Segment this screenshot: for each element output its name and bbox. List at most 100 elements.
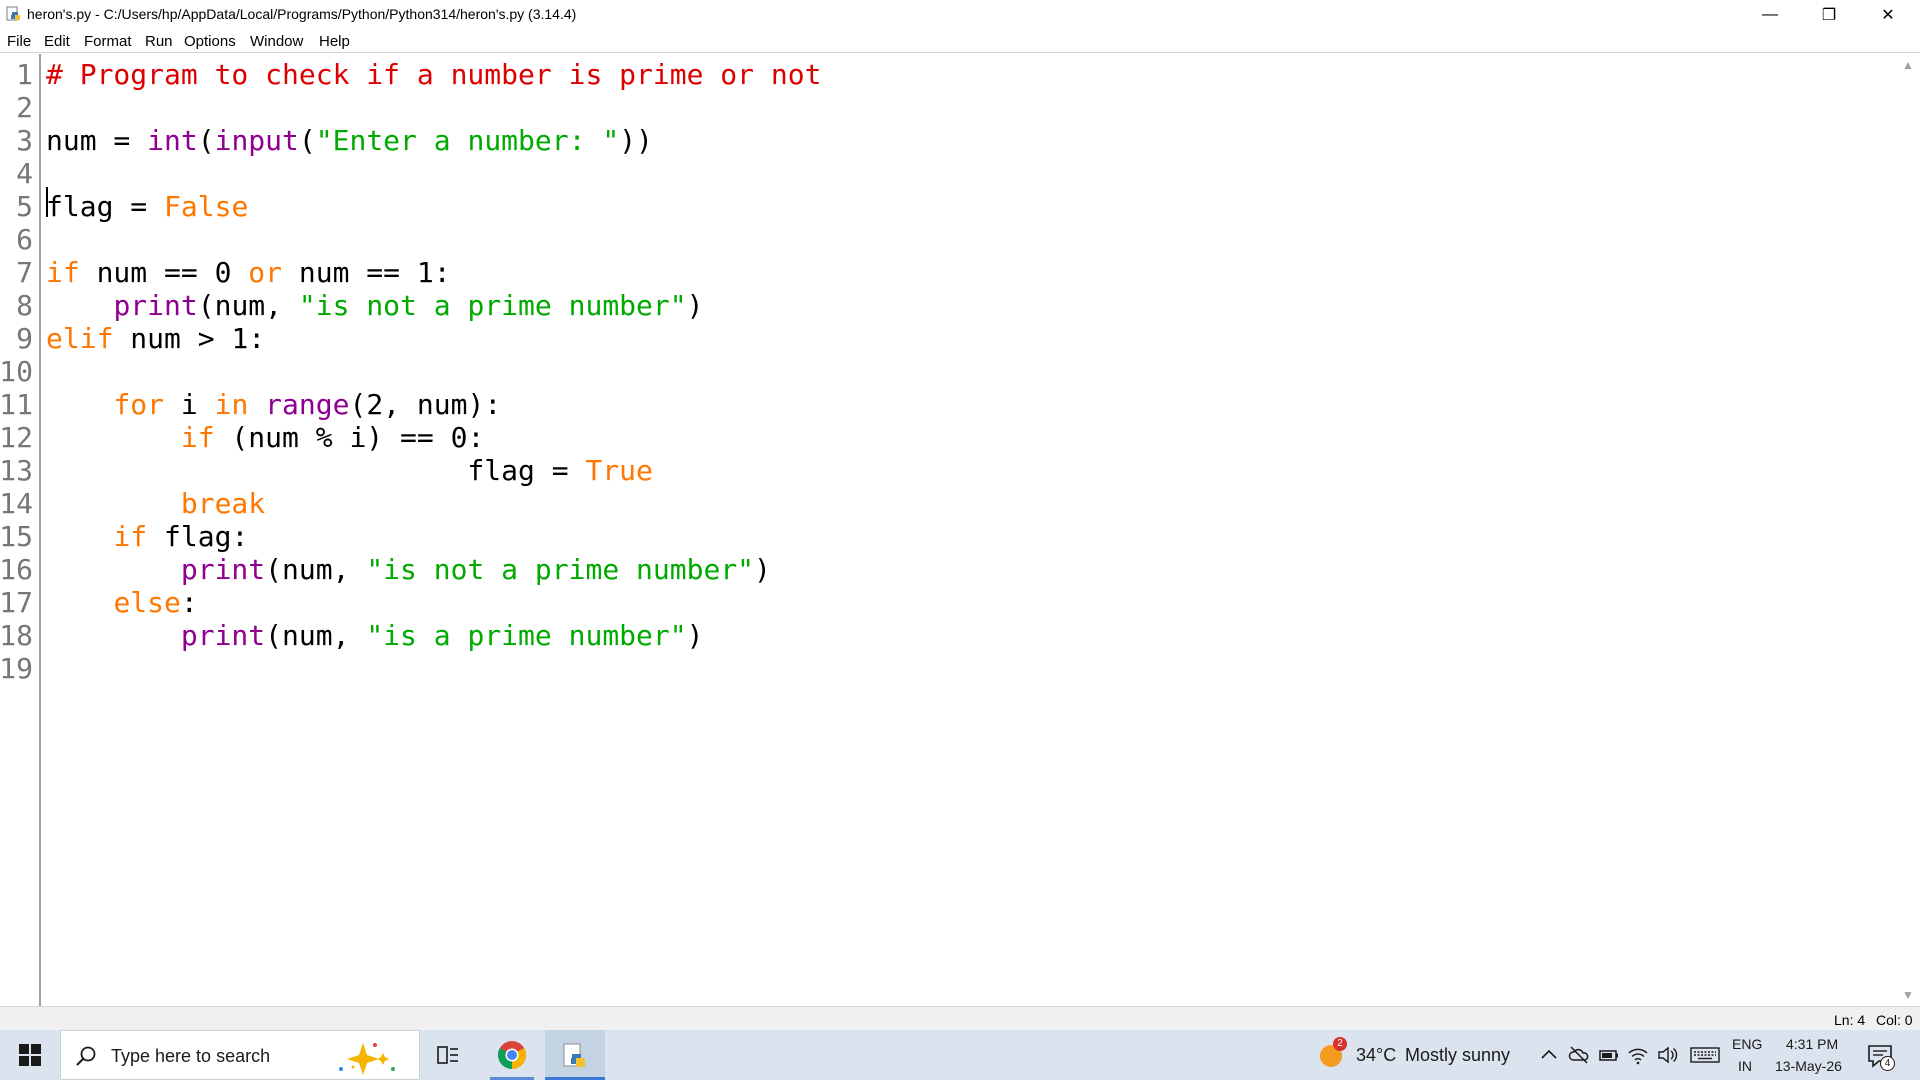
code-line[interactable]: elif num > 1: xyxy=(46,322,265,355)
close-button[interactable]: ✕ xyxy=(1858,0,1918,29)
code-line[interactable]: if (num % i) == 0: xyxy=(46,421,484,454)
line-number: 9 xyxy=(16,322,33,355)
weather-badge: 2 xyxy=(1333,1037,1347,1051)
keyboard-icon[interactable] xyxy=(1690,1044,1720,1066)
status-line: Ln: 4 xyxy=(1834,1012,1866,1028)
volume-icon[interactable] xyxy=(1656,1044,1678,1066)
task-view-icon[interactable] xyxy=(436,1044,460,1066)
line-number: 5 xyxy=(16,190,33,223)
code-token: True xyxy=(585,454,653,487)
code-editor[interactable]: 1 2 3 4 5 6 7 8 9 10 11 12 13 14 15 16 17 18 19 # Program … xyxy=(0,54,1920,1006)
status-bar: Ln: 4 Col: 0 xyxy=(0,1006,1920,1030)
code-token: if xyxy=(113,520,148,553)
language-indicator[interactable]: ENG xyxy=(1732,1036,1762,1052)
maximize-button[interactable]: ❐ xyxy=(1799,0,1859,29)
maximize-icon: ❐ xyxy=(1821,6,1837,24)
code-token: "is not a prime number" xyxy=(366,553,755,586)
code-token: num > 1: xyxy=(113,322,266,355)
code-token: if xyxy=(180,421,215,454)
code-token: "Enter a number: " xyxy=(315,124,620,157)
line-number: 10 xyxy=(0,355,33,388)
search-placeholder: Type here to search xyxy=(111,1046,271,1066)
battery-icon[interactable] xyxy=(1598,1044,1620,1066)
menu-options[interactable]: Options xyxy=(184,33,236,50)
line-number: 8 xyxy=(16,289,33,322)
clock-time[interactable]: 4:31 PM xyxy=(1786,1036,1838,1052)
chevron-up-icon[interactable] xyxy=(1538,1044,1560,1066)
code-token: ) xyxy=(686,619,704,652)
wifi-icon[interactable] xyxy=(1627,1044,1649,1066)
scroll-up-icon[interactable]: ▲ xyxy=(1901,58,1915,72)
taskbar-search-box[interactable]: Type here to search xyxy=(60,1030,420,1080)
title-bar: heron's.py - C:/Users/hp/AppData/Local/P… xyxy=(0,0,1920,29)
code-token: "is a prime number" xyxy=(366,619,687,652)
chrome-icon[interactable] xyxy=(497,1040,527,1070)
code-token: ) xyxy=(754,553,771,586)
code-line[interactable]: flag = False xyxy=(46,190,248,223)
menu-edit[interactable]: Edit xyxy=(44,33,70,50)
weather-temperature[interactable]: 34°C xyxy=(1356,1045,1396,1066)
line-number: 19 xyxy=(0,652,33,685)
code-token: # Program to check if a number is prime … xyxy=(46,58,822,91)
code-token: print xyxy=(113,289,198,322)
code-token: num = xyxy=(46,124,148,157)
code-token: or xyxy=(248,256,283,289)
menu-help[interactable]: Help xyxy=(319,33,350,50)
scroll-down-icon[interactable]: ▼ xyxy=(1901,988,1915,1002)
code-token: num == 1: xyxy=(282,256,451,289)
clock-date[interactable]: 13-May-26 xyxy=(1775,1058,1842,1074)
line-number: 12 xyxy=(0,421,33,454)
code-token: if xyxy=(46,256,80,289)
code-line[interactable]: for i in range(2, num): xyxy=(46,388,501,421)
text-cursor xyxy=(46,187,48,217)
code-token: ( xyxy=(197,124,215,157)
code-token: flag = xyxy=(46,190,165,223)
line-number: 17 xyxy=(0,586,33,619)
code-token: (num % i) == 0: xyxy=(214,421,485,454)
line-number: 6 xyxy=(16,223,33,256)
minimize-button[interactable]: — xyxy=(1740,0,1800,29)
windows-start-icon xyxy=(19,1044,41,1066)
menu-format[interactable]: Format xyxy=(84,33,132,50)
line-number: 13 xyxy=(0,454,33,487)
code-token: ( xyxy=(298,124,316,157)
start-button[interactable] xyxy=(0,1030,60,1080)
weather-description[interactable]: Mostly sunny xyxy=(1405,1045,1510,1066)
language-region[interactable]: IN xyxy=(1738,1058,1752,1074)
code-line[interactable]: flag = True xyxy=(46,454,653,487)
line-number: 7 xyxy=(16,256,33,289)
code-line[interactable]: print(num, "is a prime number") xyxy=(46,619,704,652)
code-token: )) xyxy=(619,124,653,157)
taskbar: Type here to search 2 34°C Mostly sunny … xyxy=(0,1030,1920,1080)
code-token: i xyxy=(164,388,215,421)
code-token: int xyxy=(147,124,198,157)
code-token: elif xyxy=(46,322,114,355)
code-line[interactable]: print(num, "is not a prime number") xyxy=(46,289,703,322)
code-token: for xyxy=(113,388,165,421)
code-line[interactable]: break xyxy=(46,487,265,520)
copilot-icon[interactable] xyxy=(331,1039,411,1075)
menu-file[interactable]: File xyxy=(7,33,31,50)
line-number-gutter: 1 2 3 4 5 6 7 8 9 10 11 12 13 14 15 16 17 18 19 xyxy=(0,54,41,1006)
code-line[interactable]: num = int(input("Enter a number: ")) xyxy=(46,124,653,157)
code-token: ) xyxy=(686,289,704,322)
code-line[interactable]: else: xyxy=(46,586,197,619)
taskbar-python-app[interactable] xyxy=(545,1030,605,1080)
code-line[interactable]: if flag: xyxy=(46,520,248,553)
code-line[interactable]: # Program to check if a number is prime … xyxy=(46,58,821,91)
onedrive-icon[interactable] xyxy=(1568,1044,1590,1066)
code-line[interactable]: print(num, "is not a prime number") xyxy=(46,553,771,586)
menu-window[interactable]: Window xyxy=(250,33,303,50)
code-line[interactable]: if num == 0 or num == 1: xyxy=(46,256,451,289)
menu-run[interactable]: Run xyxy=(145,33,173,50)
line-number: 2 xyxy=(16,91,33,124)
python-icon xyxy=(563,1043,585,1067)
code-token: (num, xyxy=(197,289,299,322)
vertical-scrollbar[interactable]: ▲ ▼ xyxy=(1896,54,1920,1006)
